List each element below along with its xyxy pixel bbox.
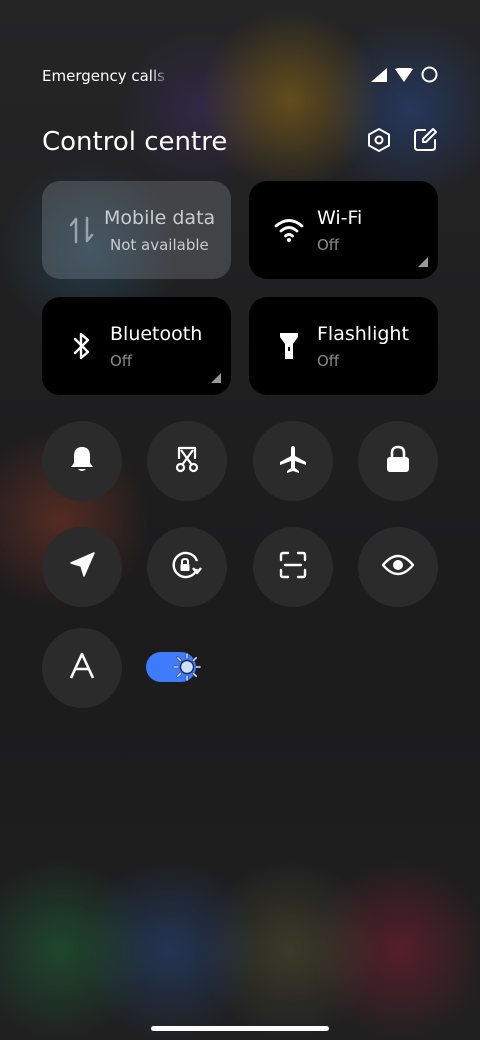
screenshot-toggle[interactable] (147, 421, 227, 501)
flashlight-label: Flashlight (317, 323, 409, 345)
wifi-signal-icon (395, 66, 413, 86)
location-arrow-icon (68, 551, 96, 583)
screenshot-scissors-icon (172, 444, 202, 478)
mobile-data-arrows-icon (66, 214, 98, 246)
font-size-toggle[interactable] (42, 628, 122, 708)
airplane-icon (278, 444, 308, 478)
page-title: Control centre (42, 127, 228, 157)
cellular-signal-icon (371, 67, 387, 86)
flashlight-tile[interactable]: Flashlight Off (249, 297, 438, 395)
lock-icon (385, 444, 411, 478)
location-toggle[interactable] (42, 527, 122, 607)
mobile-data-label: Mobile data (104, 207, 216, 229)
bluetooth-icon (66, 330, 98, 362)
scan-icon (278, 550, 308, 584)
status-icons (371, 66, 438, 87)
brightness-slider[interactable] (146, 652, 202, 682)
carrier-status-text: Emergency calls o (42, 67, 170, 85)
flashlight-state: Off (317, 352, 340, 370)
sun-icon (172, 652, 202, 682)
edit-icon[interactable] (412, 127, 438, 157)
expand-corner-icon[interactable] (418, 257, 428, 267)
reading-mode-toggle[interactable] (358, 527, 438, 607)
expand-corner-icon[interactable] (211, 373, 221, 383)
font-size-icon (68, 652, 96, 684)
scanner-toggle[interactable] (253, 527, 333, 607)
bluetooth-label: Bluetooth (110, 323, 203, 345)
bluetooth-state: Off (110, 352, 133, 370)
bluetooth-tile[interactable]: Bluetooth Off (42, 297, 231, 395)
battery-ring-icon (421, 66, 438, 87)
flashlight-icon (273, 330, 305, 362)
control-centre-header: Control centre (42, 120, 438, 164)
mobile-data-state: Not available (110, 236, 209, 254)
rotation-lock-icon (170, 549, 204, 585)
wifi-state: Off (317, 236, 340, 254)
home-indicator[interactable] (151, 1026, 329, 1031)
lock-screen-toggle[interactable] (358, 421, 438, 501)
eye-icon (381, 553, 415, 581)
rotation-lock-toggle[interactable] (147, 527, 227, 607)
settings-hexagon-icon[interactable] (366, 127, 392, 157)
bell-icon (68, 444, 96, 478)
status-bar: Emergency calls o (42, 58, 438, 94)
mobile-data-tile[interactable]: Mobile data Not available (42, 181, 231, 279)
wifi-tile[interactable]: Wi-Fi Off (249, 181, 438, 279)
sound-toggle[interactable] (42, 421, 122, 501)
wifi-label: Wi-Fi (317, 207, 363, 229)
airplane-mode-toggle[interactable] (253, 421, 333, 501)
wifi-icon (273, 214, 305, 246)
